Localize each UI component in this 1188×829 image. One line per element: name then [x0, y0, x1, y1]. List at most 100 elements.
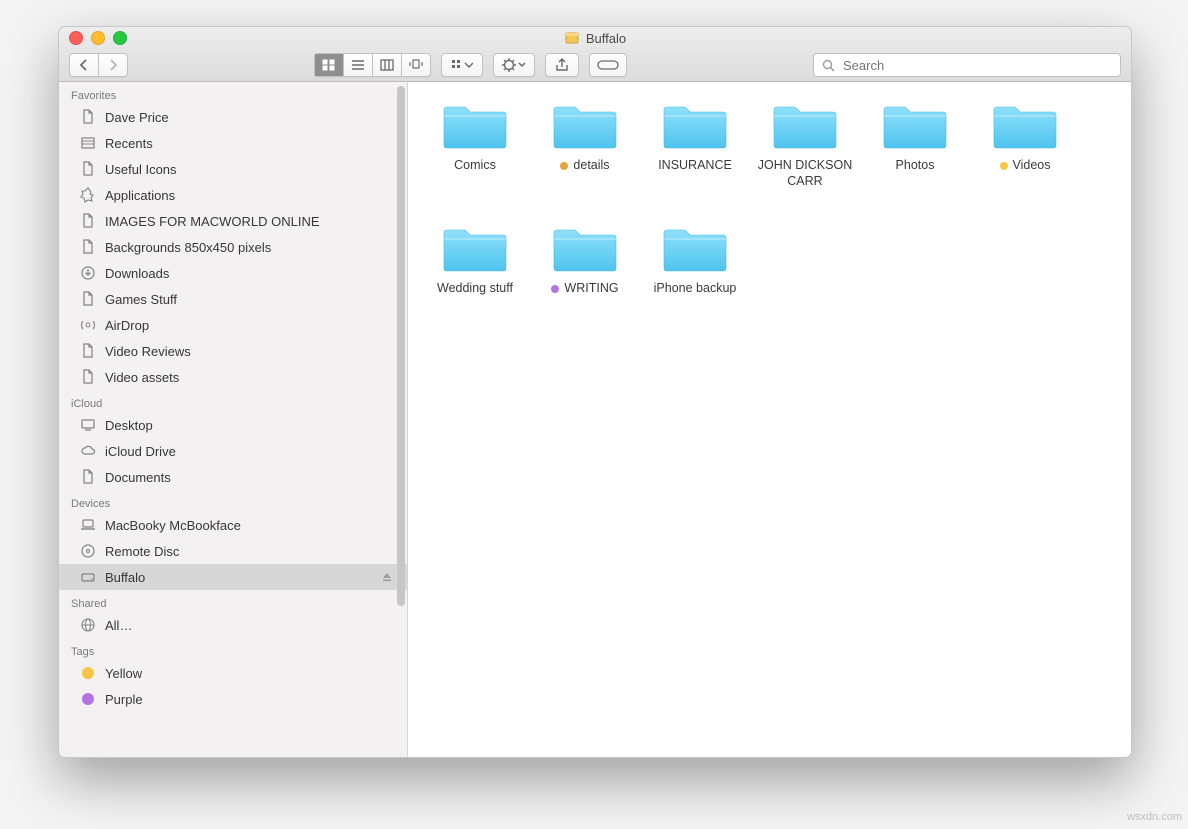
folder-label: iPhone backup [654, 281, 737, 297]
gallery-view-button[interactable] [402, 54, 430, 76]
sidebar-item-label: MacBooky McBookface [105, 518, 241, 533]
action-dropdown[interactable] [493, 53, 535, 77]
search-input[interactable] [841, 57, 1112, 74]
share-button[interactable] [545, 53, 579, 77]
downloads-icon [79, 264, 97, 282]
folder-label: WRITING [551, 281, 618, 297]
sidebar-item[interactable]: Useful Icons [59, 156, 407, 182]
sidebar: Favorites Dave Price Recents Useful Icons Ap… [59, 82, 408, 757]
search-field[interactable] [813, 53, 1121, 77]
folder-item[interactable]: WRITING [530, 223, 640, 297]
sidebar-section-header: Shared [59, 590, 407, 612]
folder-label: INSURANCE [658, 158, 732, 174]
doc-icon [79, 290, 97, 308]
sidebar-item-label: Desktop [105, 418, 153, 433]
tag-icon [79, 664, 97, 682]
folder-icon [770, 100, 840, 152]
sidebar-item-label: Useful Icons [105, 162, 177, 177]
back-button[interactable] [70, 54, 99, 76]
view-mode-segment [314, 53, 431, 77]
folder-item[interactable]: Photos [860, 100, 970, 189]
sidebar-section-header: iCloud [59, 390, 407, 412]
sidebar-item-label: Downloads [105, 266, 169, 281]
laptop-icon [79, 516, 97, 534]
sidebar-item[interactable]: Recents [59, 130, 407, 156]
edit-tags-button[interactable] [589, 53, 627, 77]
sidebar-item-label: AirDrop [105, 318, 149, 333]
sidebar-item-label: IMAGES FOR MACWORLD ONLINE [105, 214, 320, 229]
sidebar-item-label: Video Reviews [105, 344, 191, 359]
sidebar-item[interactable]: Downloads [59, 260, 407, 286]
arrange-dropdown[interactable] [441, 53, 483, 77]
folder-icon [990, 100, 1060, 152]
folder-icon [550, 223, 620, 275]
sidebar-item[interactable]: AirDrop [59, 312, 407, 338]
doc-icon [79, 212, 97, 230]
sidebar-item[interactable]: Dave Price [59, 104, 407, 130]
sidebar-item[interactable]: Desktop [59, 412, 407, 438]
sidebar-item[interactable]: MacBooky McBookface [59, 512, 407, 538]
sidebar-item-label: Games Stuff [105, 292, 177, 307]
sidebar-item[interactable]: iCloud Drive [59, 438, 407, 464]
folder-icon [660, 100, 730, 152]
sidebar-item[interactable]: Buffalo [59, 564, 407, 590]
sidebar-item-label: Video assets [105, 370, 179, 385]
sidebar-section-header: Favorites [59, 82, 407, 104]
folder-item[interactable]: INSURANCE [640, 100, 750, 189]
sidebar-item-label: Applications [105, 188, 175, 203]
folder-icon [440, 223, 510, 275]
sidebar-section-header: Devices [59, 490, 407, 512]
icon-view-button[interactable] [315, 54, 344, 76]
sidebar-item[interactable]: Games Stuff [59, 286, 407, 312]
sidebar-item[interactable]: Yellow [59, 660, 407, 686]
folder-item[interactable]: details [530, 100, 640, 189]
sidebar-scrollbar[interactable] [397, 86, 405, 753]
doc-icon [79, 368, 97, 386]
folder-label: Videos [1000, 158, 1051, 174]
disc-icon [79, 542, 97, 560]
forward-button[interactable] [99, 54, 127, 76]
folder-label: Comics [454, 158, 496, 174]
sidebar-item[interactable]: Video Reviews [59, 338, 407, 364]
doc-icon [79, 468, 97, 486]
sidebar-item[interactable]: IMAGES FOR MACWORLD ONLINE [59, 208, 407, 234]
sidebar-item[interactable]: All… [59, 612, 407, 638]
finder-window: Buffalo [58, 26, 1132, 758]
apps-icon [79, 186, 97, 204]
column-view-button[interactable] [373, 54, 402, 76]
recents-icon [79, 134, 97, 152]
sidebar-item-label: Recents [105, 136, 153, 151]
eject-icon[interactable] [381, 571, 393, 583]
sidebar-item[interactable]: Applications [59, 182, 407, 208]
window-title: Buffalo [59, 30, 1131, 46]
folder-icon [880, 100, 950, 152]
tag-dot-icon [551, 285, 559, 293]
sidebar-item[interactable]: Video assets [59, 364, 407, 390]
sidebar-item[interactable]: Backgrounds 850x450 pixels [59, 234, 407, 260]
sidebar-item[interactable]: Documents [59, 464, 407, 490]
folder-icon [440, 100, 510, 152]
list-view-button[interactable] [344, 54, 373, 76]
drive-icon [79, 568, 97, 586]
folder-label: Photos [896, 158, 935, 174]
desktop-icon [79, 416, 97, 434]
folder-label: JOHN DICKSON CARR [750, 158, 860, 189]
folder-item[interactable]: JOHN DICKSON CARR [750, 100, 860, 189]
sidebar-item[interactable]: Remote Disc [59, 538, 407, 564]
doc-icon [79, 342, 97, 360]
folder-icon [660, 223, 730, 275]
doc-icon [79, 160, 97, 178]
folder-item[interactable]: Wedding stuff [420, 223, 530, 297]
sidebar-item-label: Purple [105, 692, 143, 707]
folder-label: Wedding stuff [437, 281, 513, 297]
folder-item[interactable]: Videos [970, 100, 1080, 189]
tag-dot-icon [560, 162, 568, 170]
sidebar-item-label: Buffalo [105, 570, 145, 585]
folder-item[interactable]: Comics [420, 100, 530, 189]
toolbar [59, 49, 1131, 81]
folder-item[interactable]: iPhone backup [640, 223, 750, 297]
sidebar-item[interactable]: Purple [59, 686, 407, 712]
globe-icon [79, 616, 97, 634]
sidebar-item-label: Dave Price [105, 110, 169, 125]
folder-content: Comics details INSURANCE JOHN DICKSON CA… [408, 82, 1131, 757]
